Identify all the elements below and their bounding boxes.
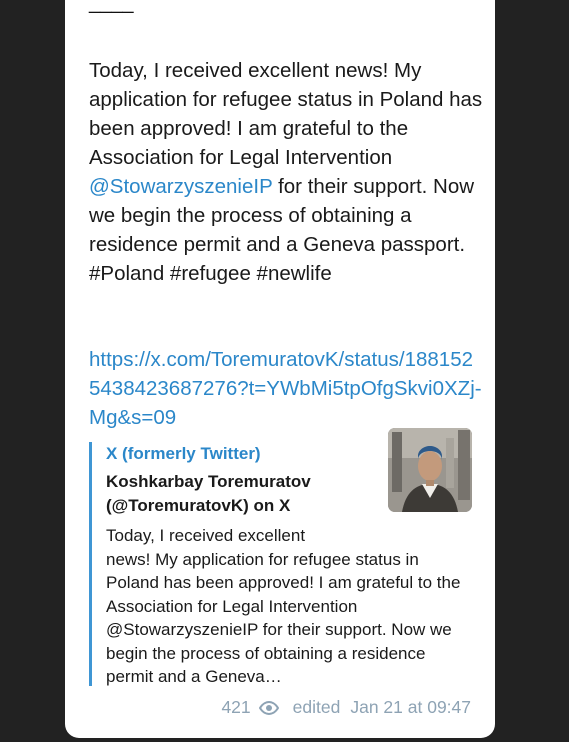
divider-line: ____: [89, 0, 134, 14]
message-text-part1: Today, I received excellent news! My app…: [89, 59, 488, 169]
preview-title: Koshkarbay Toremuratov (@ToremuratovK) o…: [106, 472, 311, 515]
hashtags[interactable]: #Poland #refugee #newlife: [89, 262, 332, 285]
mention-link[interactable]: @StowarzyszenieIP: [89, 175, 272, 198]
edited-label: edited: [292, 697, 341, 717]
views-count: 421: [221, 697, 251, 717]
preview-description-line1: Today, I received excellent: [106, 526, 306, 545]
message-timestamp: Jan 21 at 09:47: [350, 697, 471, 717]
eye-icon: [258, 700, 279, 715]
profile-photo-icon: [388, 428, 472, 512]
preview-description-rest: news! My application for refugee status …: [106, 549, 461, 687]
message-footer: 421 edited Jan 21 at 09:47: [221, 697, 471, 718]
status-link[interactable]: https://x.com/ToremuratovK/status/188152…: [89, 345, 484, 432]
message-bubble: ____ Today, I received excellent news! M…: [65, 0, 495, 738]
preview-description: Today, I received excellent news! My appl…: [106, 524, 471, 689]
preview-thumbnail[interactable]: [388, 428, 472, 512]
message-text: Today, I received excellent news! My app…: [89, 56, 484, 288]
preview-site-name: X (formerly Twitter): [106, 444, 261, 463]
